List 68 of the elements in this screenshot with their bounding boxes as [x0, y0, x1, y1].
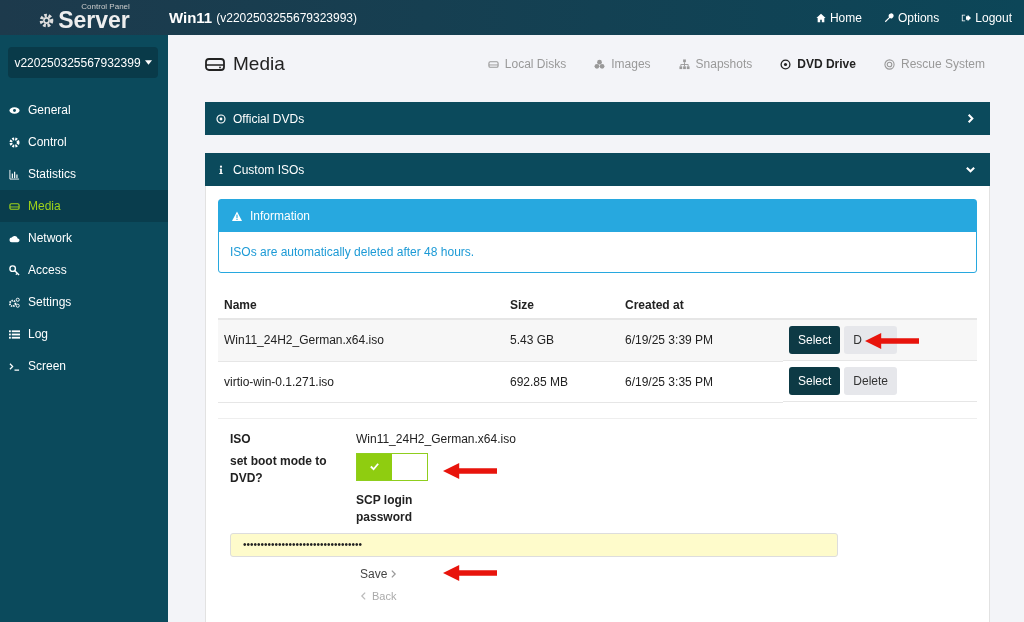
- tab[interactable]: DVD Drive: [780, 57, 856, 71]
- header-link[interactable]: Home: [815, 10, 862, 25]
- gears-icon: [9, 296, 20, 308]
- logo-title: Server: [58, 9, 130, 32]
- list-icon: [9, 328, 20, 340]
- warning-icon: [231, 210, 243, 222]
- sidebar-item[interactable]: General: [0, 94, 168, 126]
- info-title: Information: [250, 209, 311, 223]
- key-icon: [9, 264, 20, 276]
- table-cell: 5.43 GB: [504, 319, 619, 361]
- table-cell: Win11_24H2_German.x64.iso: [218, 319, 504, 361]
- lifebuoy-icon: [883, 58, 895, 70]
- toggle-switch[interactable]: [356, 452, 428, 481]
- wrench-icon: [883, 12, 894, 23]
- page-title: Media: [233, 53, 285, 75]
- server-title: Win11: [169, 9, 213, 26]
- drive-icon: [487, 58, 499, 70]
- server-id: (v2202503255679323993): [216, 10, 357, 25]
- select-button[interactable]: Select: [789, 367, 841, 395]
- table-cell: virtio-win-0.1.271.iso: [218, 361, 504, 402]
- check-icon: [369, 461, 380, 472]
- field-label: set boot mode to DVD?: [230, 452, 328, 487]
- disc-icon: [216, 113, 226, 124]
- sidebar-item[interactable]: Control: [0, 126, 168, 158]
- eye-icon: [9, 104, 20, 116]
- header-link[interactable]: Options: [883, 10, 940, 25]
- arrow-drawing: [442, 564, 498, 582]
- panel-header[interactable]: Custom ISOs: [205, 153, 990, 186]
- server-dropdown[interactable]: v220250325567932399: [8, 47, 158, 78]
- sidebar-item[interactable]: Screen: [0, 350, 168, 382]
- home-icon: [815, 12, 826, 23]
- arrow-drawing: [442, 462, 498, 480]
- gear-icon: [9, 136, 20, 148]
- info-icon: [216, 164, 226, 175]
- terminal-icon: [9, 360, 20, 372]
- sidebar-item[interactable]: Statistics: [0, 158, 168, 190]
- logout-icon: [961, 12, 972, 23]
- bar-chart-icon: [9, 168, 20, 180]
- table-cell: 6/19/25 3:35 PM: [619, 361, 783, 402]
- header-link[interactable]: Logout: [961, 10, 1012, 25]
- save-link[interactable]: Save: [360, 566, 398, 581]
- drive-icon: [9, 200, 20, 212]
- circles-icon: [594, 58, 606, 70]
- table-cell: 6/19/25 3:39 PM: [619, 319, 783, 361]
- sidebar-item[interactable]: Network: [0, 222, 168, 254]
- field-label: SCP login password: [356, 491, 414, 526]
- sidebar-item[interactable]: Media: [0, 190, 168, 222]
- chevron-down-icon: [965, 164, 976, 175]
- delete-button[interactable]: Delete: [844, 367, 898, 395]
- iso-value: Win11_24H2_German.x64.iso: [356, 430, 516, 448]
- chevron-right-icon: [965, 113, 976, 124]
- field-label: ISO: [230, 430, 252, 448]
- sidebar-item[interactable]: Access: [0, 254, 168, 286]
- password-field[interactable]: ••••••••••••••••••••••••••••••••••: [230, 532, 838, 557]
- chevron-left-icon: [360, 590, 367, 601]
- sitemap-icon: [678, 58, 690, 70]
- table-cell: 692.85 MB: [504, 361, 619, 402]
- chevron-right-icon: [390, 568, 398, 579]
- sidebar-item[interactable]: Log: [0, 318, 168, 350]
- arrow-drawing: [864, 332, 920, 350]
- panel-header[interactable]: Official DVDs: [205, 102, 990, 135]
- disc-icon: [780, 58, 792, 70]
- logo-subtitle: Control Panel: [81, 3, 130, 11]
- sidebar-item[interactable]: Settings: [0, 286, 168, 318]
- caret-icon: [144, 60, 152, 65]
- info-text: ISOs are automatically deleted after 48 hours.: [230, 245, 475, 259]
- gear-icon: [38, 12, 56, 29]
- select-button[interactable]: Select: [789, 326, 841, 354]
